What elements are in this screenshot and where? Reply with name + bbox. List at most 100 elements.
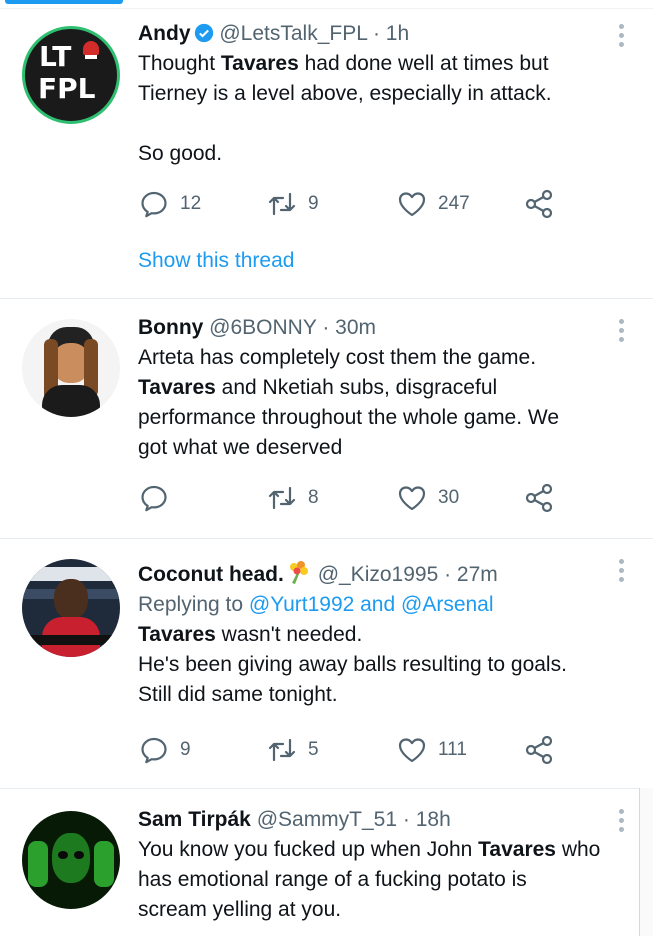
tweet-header: Andy @LetsTalk_FPL · 1h <box>138 19 613 49</box>
text-segment: Tierney is a level above, especially in … <box>138 82 552 105</box>
display-name[interactable]: Andy <box>138 22 191 45</box>
heart-icon <box>398 192 426 217</box>
like-count: 247 <box>438 193 470 214</box>
tweet-item[interactable]: Sam Tirpák @SammyT_51 · 18h You know you… <box>0 789 653 936</box>
scrollbar[interactable] <box>639 788 653 936</box>
tweet-text-line: Still did same tonight. <box>138 680 613 710</box>
timestamp[interactable]: · 30m <box>322 316 376 339</box>
tweet-text: Arteta has completely cost them the game… <box>138 343 613 463</box>
text-segment: scream yelling at you. <box>138 898 342 921</box>
reply-button[interactable]: 12 <box>138 189 201 219</box>
active-tab-indicator <box>5 0 123 4</box>
santa-hat-trim <box>85 55 97 59</box>
text-segment: Thought <box>138 52 221 75</box>
tweet-text-line: So good. <box>138 139 613 169</box>
tweet-text-line: Tavares and Nketiah subs, disgraceful <box>138 373 613 403</box>
tweet-actions: 8 30 <box>138 483 558 513</box>
share-icon <box>525 189 553 219</box>
share-icon <box>525 735 553 765</box>
tweet-text-line <box>138 109 613 139</box>
verified-badge-icon <box>194 23 213 43</box>
heart-icon <box>398 486 426 511</box>
reply-count: 12 <box>180 193 202 214</box>
highlighted-term: Tavares <box>478 838 556 861</box>
share-button[interactable] <box>523 189 555 219</box>
avatar-face-shape <box>52 833 90 883</box>
text-segment: and Nketiah subs, disgraceful <box>215 376 498 399</box>
share-icon <box>525 483 553 513</box>
reply-count: 9 <box>180 739 191 760</box>
like-count: 111 <box>438 739 467 760</box>
more-options-icon[interactable] <box>619 559 625 582</box>
more-options-icon[interactable] <box>619 809 625 832</box>
avatar[interactable] <box>22 559 120 657</box>
timestamp[interactable]: · 18h <box>403 808 451 831</box>
timestamp[interactable]: · 27m <box>444 563 498 586</box>
handle[interactable]: @SammyT_51 <box>257 808 397 831</box>
retweet-button[interactable]: 5 <box>266 735 319 765</box>
tweet-item[interactable]: LT FPL Andy @LetsTalk_FPL · 1h Thought T… <box>0 9 653 299</box>
bouquet-emoji-icon <box>289 561 308 584</box>
text-segment: Arteta has completely cost them the game… <box>138 346 537 369</box>
timestamp[interactable]: · 1h <box>373 22 409 45</box>
retweet-count: 9 <box>308 193 319 214</box>
handle[interactable]: @LetsTalk_FPL <box>219 22 367 45</box>
text-segment: wasn't needed. <box>215 623 363 646</box>
tweet-text-line: performance throughout the whole game. W… <box>138 403 613 433</box>
retweet-icon <box>268 738 296 762</box>
tweet-text-line: got what we deserved <box>138 433 613 463</box>
retweet-icon <box>268 192 296 216</box>
replying-to-label: Replying to <box>138 593 244 616</box>
display-name[interactable]: Sam Tirpák <box>138 808 251 831</box>
tweet-text-line: scream yelling at you. <box>138 895 613 925</box>
tweet-text-line: Thought Tavares had done well at times b… <box>138 49 613 79</box>
like-button[interactable]: 111 <box>396 735 467 765</box>
like-button[interactable]: 30 <box>396 483 459 513</box>
avatar-hand-shape <box>94 841 114 887</box>
text-segment: You know you fucked up when John <box>138 838 479 861</box>
avatar-table-shape <box>30 635 112 645</box>
tweet-text-line: You know you fucked up when John Tavares… <box>138 835 613 865</box>
highlighted-term: Tavares <box>220 52 299 75</box>
like-count: 30 <box>438 487 460 508</box>
share-button[interactable] <box>523 483 555 513</box>
avatar-hand-shape <box>28 841 48 887</box>
reply-button[interactable]: 9 <box>138 735 191 765</box>
tweet-text: Thought Tavares had done well at times b… <box>138 49 613 169</box>
more-options-icon[interactable] <box>619 24 625 47</box>
reply-icon <box>141 737 167 764</box>
text-segment: has emotional range of a fucking potato … <box>138 868 527 891</box>
display-name[interactable]: Bonny <box>138 316 203 339</box>
text-segment: had done well at times but <box>298 52 549 75</box>
more-options-icon[interactable] <box>619 319 625 342</box>
like-button[interactable]: 247 <box>396 189 470 219</box>
tweet-text-line: Tavares wasn't needed. <box>138 620 613 650</box>
tweet-header: Coconut head. @_Kizo1995 · 27m <box>138 559 613 590</box>
text-segment: performance throughout the whole game. W… <box>138 406 560 429</box>
replying-to: Replying to @Yurt1992 and @Arsenal <box>138 590 613 620</box>
handle[interactable]: @6BONNY <box>209 316 316 339</box>
tweet-item[interactable]: Bonny @6BONNY · 30m Arteta has completel… <box>0 299 653 539</box>
tweet-item[interactable]: Coconut head. @_Kizo1995 · 27m Replying … <box>0 539 653 789</box>
highlighted-term: Tavares <box>138 376 216 399</box>
share-button[interactable] <box>523 735 555 765</box>
avatar[interactable] <box>22 319 120 417</box>
handle[interactable]: @_Kizo1995 <box>318 563 439 586</box>
avatar-text-line2: FPL <box>38 72 96 105</box>
avatar[interactable]: LT FPL <box>22 26 120 124</box>
display-name[interactable]: Coconut head. <box>138 563 284 586</box>
show-thread-link[interactable]: Show this thread <box>138 249 294 273</box>
replying-to-users-link[interactable]: @Yurt1992 and @Arsenal <box>249 593 494 616</box>
tweet-actions: 9 5 111 <box>138 735 558 765</box>
retweet-button[interactable]: 9 <box>266 189 319 219</box>
highlighted-term: Tavares <box>138 623 216 646</box>
heart-icon <box>398 738 426 763</box>
avatar-face-shape <box>54 579 88 619</box>
retweet-button[interactable]: 8 <box>266 483 319 513</box>
tweet-text: Tavares wasn't needed. He's been giving a… <box>138 620 613 710</box>
retweet-icon <box>268 486 296 510</box>
retweet-count: 5 <box>308 739 319 760</box>
reply-button[interactable] <box>138 483 180 513</box>
retweet-count: 8 <box>308 487 319 508</box>
avatar[interactable] <box>22 811 120 909</box>
